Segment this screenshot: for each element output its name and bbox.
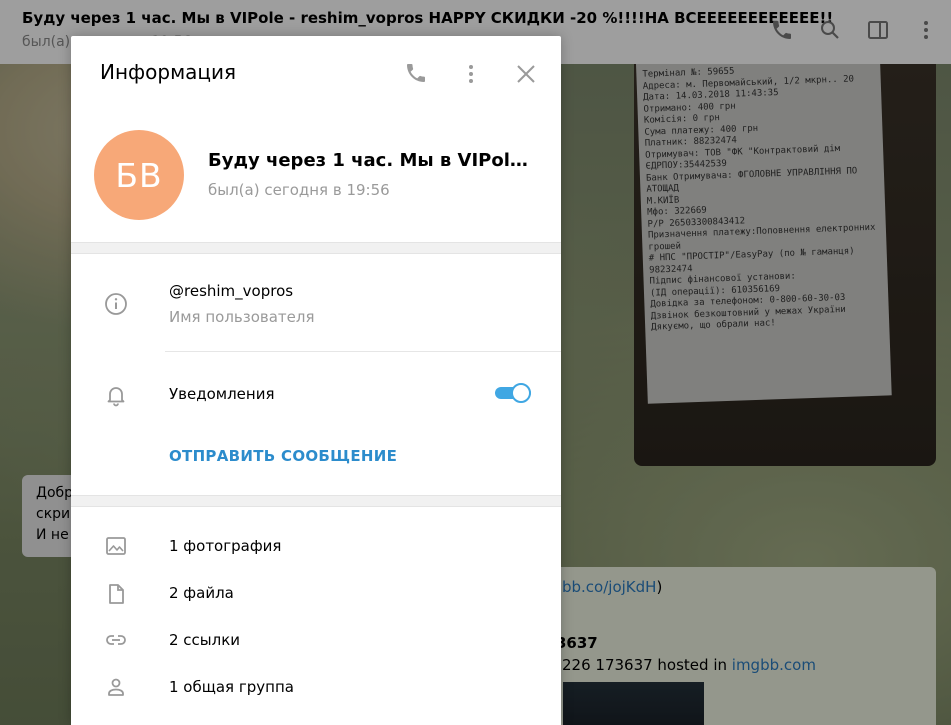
section-divider — [71, 242, 561, 254]
call-icon[interactable] — [404, 61, 428, 85]
media-photos[interactable]: 1 фотография — [169, 537, 281, 555]
media-files[interactable]: 2 файла — [169, 584, 234, 602]
avatar[interactable]: БВ — [94, 130, 184, 220]
media-groups[interactable]: 1 общая группа — [169, 678, 294, 696]
link-preview-image[interactable] — [563, 682, 704, 725]
section-divider — [71, 495, 561, 507]
info-modal: Информация БВ Буду через 1 час. Мы в VIP… — [71, 36, 561, 725]
receipt-photo: Термінал №: 59655 Адреса: м. Первомайськ… — [636, 64, 892, 404]
bell-icon — [107, 387, 125, 407]
link-preview-title: 3637 — [556, 634, 598, 652]
send-message-button[interactable]: ОТПРАВИТЬ СООБЩЕНИЕ — [169, 447, 397, 465]
photo-icon — [106, 537, 126, 555]
file-icon — [109, 584, 124, 604]
username[interactable]: @reshim_vopros — [169, 282, 293, 300]
contact-name: Буду через 1 час. Мы в VIPole - reshim_v… — [208, 150, 538, 171]
divider — [165, 351, 561, 352]
username-label: Имя пользователя — [169, 308, 315, 326]
notifications-label: Уведомления — [169, 385, 275, 403]
contact-status: был(а) сегодня в 19:56 — [208, 181, 390, 199]
modal-title: Информация — [100, 60, 237, 84]
group-icon — [108, 678, 124, 696]
photo-message[interactable]: Термінал №: 59655 Адреса: м. Первомайськ… — [634, 64, 936, 466]
info-icon — [105, 293, 127, 315]
more-vertical-icon[interactable] — [459, 62, 483, 86]
outgoing-message[interactable]: bb.co/jojKdH) 3637 226 173637 hosted in … — [540, 567, 936, 725]
link-icon — [106, 635, 126, 645]
notifications-toggle[interactable] — [495, 383, 531, 403]
message-link[interactable]: bb.co/jojKdH — [562, 578, 656, 596]
media-links[interactable]: 2 ссылки — [169, 631, 240, 649]
close-icon[interactable] — [514, 62, 538, 86]
link-preview-text: 226 173637 hosted in imgbb.com — [562, 656, 816, 674]
